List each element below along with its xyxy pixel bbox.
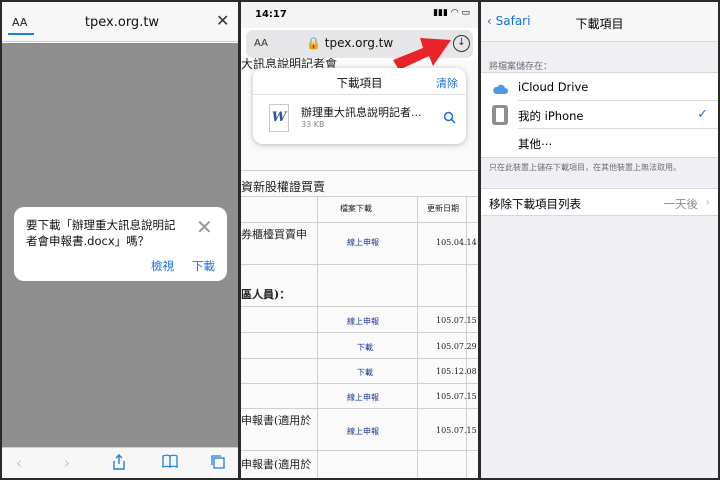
link-download-1[interactable]: 下載 — [357, 342, 373, 353]
page-heading-3: 區人員)： — [241, 288, 291, 301]
popover-divider — [253, 94, 466, 95]
date-3: 105.07.29 — [436, 342, 477, 351]
col-header-download: 檔案下載 — [340, 204, 372, 213]
downloads-popover: 下載項目 清除 W 辦理重大訊息說明記者... 33 KB — [253, 68, 466, 144]
dialog-message: 要下載「辦理重大訊息說明記者會申報書.docx」嗎？ — [26, 218, 176, 248]
option-label: iCloud Drive — [518, 80, 589, 94]
remove-value: 一天後 — [663, 197, 699, 211]
status-icons: ▮▮▮ ◠ ▭ — [433, 8, 470, 18]
reader-aa-button[interactable]: AA — [12, 16, 27, 29]
panel-download-prompt: AA tpex.org.tw ✕ 要下載「辦理重大訊息說明記者會申報書.docx… — [2, 2, 238, 478]
bookmarks-icon[interactable] — [162, 454, 178, 472]
footnote: 只在此裝置上儲存下載項目，在其他裝置上無法取用。 — [489, 163, 681, 172]
page-title: 下載項目 — [575, 17, 624, 31]
file-size: 33 KB — [301, 120, 325, 129]
popover-title: 下載項目 — [336, 76, 383, 90]
address-bar[interactable]: AA tpex.org.tw ✕ — [2, 2, 238, 42]
remove-label: 移除下載項目列表 — [489, 197, 581, 211]
download-dialog: 要下載「辦理重大訊息說明記者會申報書.docx」嗎？ ✕ 檢視 下載 — [14, 207, 227, 281]
view-button[interactable]: 檢視 — [151, 258, 174, 274]
row-text-a: 申報書(適用於 — [241, 414, 312, 427]
date-4: 105.12.08 — [436, 367, 477, 376]
link-online-2[interactable]: 線上申報 — [347, 316, 379, 327]
nav-bar: ‹ Safari 下載項目 — [481, 2, 718, 42]
download-icon[interactable]: ↓ — [453, 35, 470, 52]
date-1: 105.04.14 — [436, 238, 477, 247]
tabs-icon[interactable] — [210, 454, 226, 474]
word-file-icon[interactable]: W — [269, 104, 289, 132]
panel-downloads-popover: 大訊息說明記者會 資新股權證買賣 檔案下載 更新日期 券櫃檯買賣申 線上申報 1… — [241, 2, 478, 478]
storage-options: iCloud Drive 我的 iPhone ✓ 其他⋯ — [481, 72, 718, 158]
checkmark-icon: ✓ — [697, 107, 708, 122]
remove-downloads-row[interactable]: 移除下載項目列表 一天後 › — [481, 188, 718, 216]
link-online-4[interactable]: 線上申報 — [347, 426, 379, 437]
date-6: 105.07.15 — [436, 426, 477, 435]
dialog-close-icon[interactable]: ✕ — [196, 215, 213, 239]
download-button[interactable]: 下載 — [192, 258, 215, 274]
panel-downloads-settings: ‹ Safari 下載項目 將檔案儲存在： iCloud Drive 我的 iP… — [481, 2, 718, 478]
url-text[interactable]: tpex.org.tw — [62, 15, 182, 30]
option-my-iphone[interactable]: 我的 iPhone ✓ — [481, 101, 718, 129]
option-label: 我的 iPhone — [518, 109, 584, 123]
url-text[interactable]: 🔒 tpex.org.tw — [306, 36, 393, 50]
page-heading-2: 資新股權證買賣 — [241, 180, 326, 194]
status-time: 14:17 — [255, 9, 287, 20]
section-label: 將檔案儲存在： — [489, 62, 553, 72]
link-download-2[interactable]: 下載 — [357, 367, 373, 378]
bottom-toolbar: ‹ › — [2, 447, 238, 478]
url-label: tpex.org.tw — [324, 36, 394, 50]
link-online-1[interactable]: 線上申報 — [347, 237, 379, 248]
divider — [241, 170, 478, 171]
date-2: 105.07.15 — [436, 316, 477, 325]
date-5: 105.07.15 — [436, 392, 477, 401]
option-icloud-drive[interactable]: iCloud Drive — [481, 73, 718, 101]
clear-button[interactable]: 清除 — [436, 75, 458, 91]
share-icon[interactable] — [112, 454, 126, 474]
forward-icon[interactable]: › — [64, 454, 70, 472]
col-header-date: 更新日期 — [427, 204, 459, 213]
search-icon[interactable] — [443, 111, 456, 128]
row-text-1: 券櫃檯買賣申 — [241, 228, 307, 241]
status-bar: 14:17 ▮▮▮ ◠ ▭ — [241, 2, 478, 28]
file-name[interactable]: 辦理重大訊息說明記者... — [301, 104, 422, 120]
iphone-icon — [491, 105, 509, 129]
back-icon[interactable]: ‹ — [16, 454, 22, 472]
option-other[interactable]: 其他⋯ — [481, 129, 718, 157]
cloud-icon — [491, 80, 509, 99]
option-label: 其他⋯ — [518, 137, 553, 151]
aa-underline — [8, 33, 34, 35]
row-text-b: 申報書(適用於 — [241, 458, 312, 471]
close-icon[interactable]: ✕ — [216, 11, 229, 30]
chevron-right-icon: › — [705, 195, 710, 209]
reader-aa-button[interactable]: AA — [254, 38, 268, 49]
link-online-3[interactable]: 線上申報 — [347, 392, 379, 403]
